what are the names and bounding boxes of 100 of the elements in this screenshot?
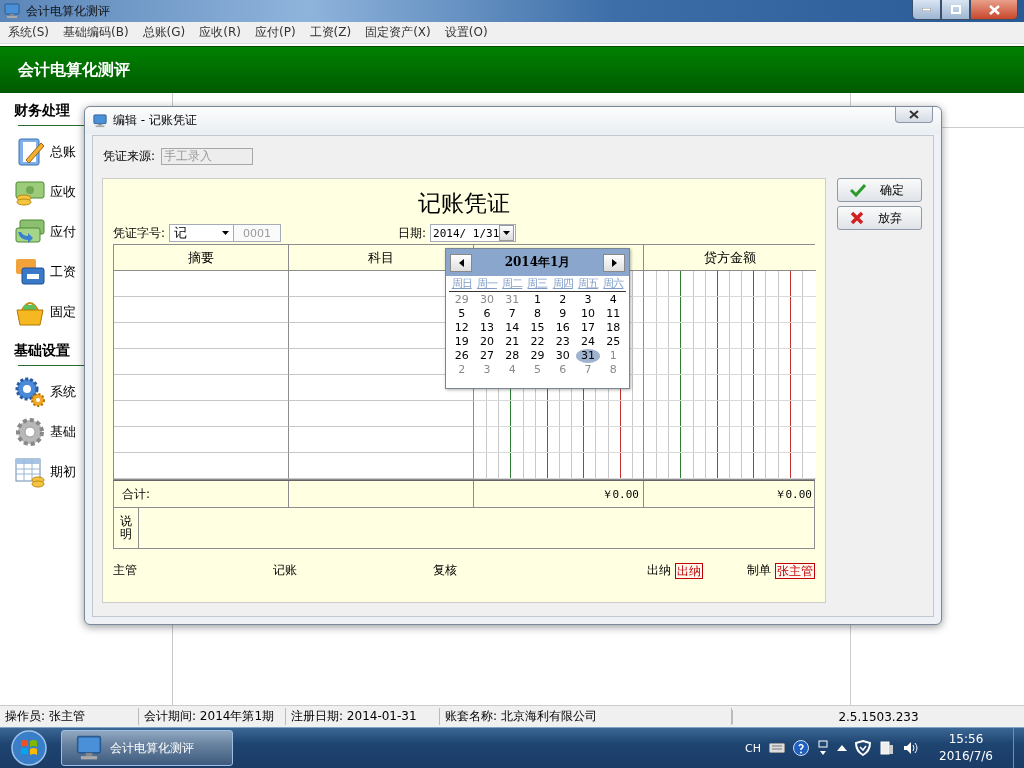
menu-item[interactable]: 固定资产(X) [358,24,438,41]
calendar-day[interactable]: 28 [500,349,525,363]
calendar-day[interactable]: 7 [503,307,521,321]
weekday-label: 周六 [602,276,625,291]
table-cell[interactable] [114,401,289,427]
volume-icon[interactable] [903,740,919,756]
next-month-button[interactable] [603,253,625,272]
signature-label: 出纳 [647,562,671,579]
status-text: 2.5.1503.233 [732,709,1024,724]
table-cell[interactable] [289,453,474,479]
maximize-button[interactable] [941,0,970,20]
calendar-day[interactable]: 15 [525,321,550,335]
table-cell[interactable] [289,401,474,427]
table-cell[interactable] [289,375,474,401]
calendar-day[interactable]: 13 [474,321,499,335]
sidebar-item[interactable]: 系统 [50,383,76,401]
menu-item[interactable]: 总账(G) [135,24,193,41]
help-icon[interactable] [793,740,809,756]
start-button[interactable] [9,729,49,767]
calendar-day[interactable]: 22 [525,335,550,349]
calendar-day[interactable]: 4 [503,363,521,377]
menu-item[interactable]: 应付(P) [247,24,303,41]
table-cell[interactable] [114,453,289,479]
calendar-day[interactable]: 20 [474,335,499,349]
signature-label: 记账 [273,562,297,579]
calendar-day[interactable]: 6 [478,307,496,321]
menu-item[interactable]: 基础编码(B) [56,24,136,41]
calendar-day[interactable]: 23 [550,335,575,349]
calendar-day[interactable]: 11 [601,307,626,321]
menu-item[interactable]: 工资(Z) [302,24,359,41]
calendar-day[interactable]: 6 [554,363,572,377]
window-icon[interactable] [817,740,829,756]
calendar-day[interactable]: 21 [500,335,525,349]
table-cell[interactable] [289,427,474,453]
sidebar-item[interactable]: 总账 [50,143,76,161]
calendar-day[interactable]: 31 [500,293,525,307]
dialog-button[interactable]: 确定 [837,178,922,202]
menu-item[interactable]: 设置(O) [437,24,495,41]
close-button[interactable] [895,107,933,123]
amount-cell[interactable] [474,427,644,453]
calendar-day[interactable]: 4 [604,293,622,307]
taskbar-button[interactable]: 会计电算化测评 [61,730,233,766]
language-indicator[interactable]: CH [745,741,761,755]
amount-cell[interactable] [474,453,644,479]
calendar-day[interactable]: 16 [550,321,575,335]
table-cell[interactable] [114,297,289,323]
calendar-day[interactable]: 2 [554,293,572,307]
note-field[interactable]: 说明 [113,508,815,549]
calendar-day[interactable]: 5 [529,363,546,377]
calendar-day[interactable]: 30 [550,349,575,363]
sidebar-item[interactable]: 基础 [50,423,76,441]
menu-item[interactable]: 系统(S) [1,24,56,41]
date-picker[interactable]: 2014/ 1/31 [430,224,517,242]
calendar-day[interactable]: 31 [576,349,601,363]
calendar-day[interactable]: 26 [449,349,474,363]
calendar-day[interactable]: 27 [474,349,499,363]
name-stamp: 张主管 [775,562,815,579]
sidebar-item[interactable]: 应付 [50,223,76,241]
device-icon[interactable] [879,740,895,756]
status-text: 会计期间: 2014年第1期 [139,708,286,725]
close-button[interactable] [970,0,1018,20]
calendar-day[interactable]: 12 [449,321,474,335]
up-arrow-icon[interactable] [837,745,847,751]
table-cell[interactable] [114,323,289,349]
table-cell[interactable] [114,375,289,401]
calendar-day[interactable]: 3 [478,363,496,377]
calendar-day[interactable]: 14 [500,321,525,335]
calendar-day[interactable]: 25 [601,335,626,349]
voucher-type-select[interactable]: 记 [169,224,235,242]
sidebar-item[interactable]: 固定 [50,303,76,321]
dialog-button[interactable]: 放弃 [837,206,922,230]
table-cell[interactable] [114,427,289,453]
calendar-day[interactable]: 30 [474,293,499,307]
shield-icon[interactable] [855,740,871,756]
calendar-day[interactable]: 10 [576,307,601,321]
calendar-day[interactable]: 17 [576,321,601,335]
previous-month-button[interactable] [450,253,472,272]
amount-cell[interactable] [474,401,644,427]
window-title: 会计电算化测评 [26,2,110,20]
table-cell[interactable] [114,349,289,375]
calendar-day[interactable]: 8 [529,307,546,321]
calendar-day[interactable]: 7 [579,363,597,377]
minimize-button[interactable] [912,0,941,20]
calendar-day[interactable]: 1 [604,349,622,363]
calendar-day[interactable]: 5 [453,307,471,321]
sidebar-item[interactable]: 期初 [50,463,76,481]
sidebar-item[interactable]: 应收 [50,183,76,201]
calendar-day[interactable]: 3 [579,293,597,307]
table-cell[interactable] [114,271,289,297]
calendar-day[interactable]: 1 [529,293,546,307]
calendar-day[interactable]: 29 [525,349,550,363]
menu-item[interactable]: 应收(R) [192,24,248,41]
calendar-day[interactable]: 29 [449,293,474,307]
sidebar-item[interactable]: 工资 [50,263,76,281]
calendar-day[interactable]: 24 [576,335,601,349]
calendar-day[interactable]: 8 [604,363,622,377]
calendar-day[interactable]: 18 [601,321,626,335]
calendar-day[interactable]: 19 [449,335,474,349]
calendar-day[interactable]: 9 [554,307,572,321]
keyboard-icon[interactable] [769,743,785,753]
